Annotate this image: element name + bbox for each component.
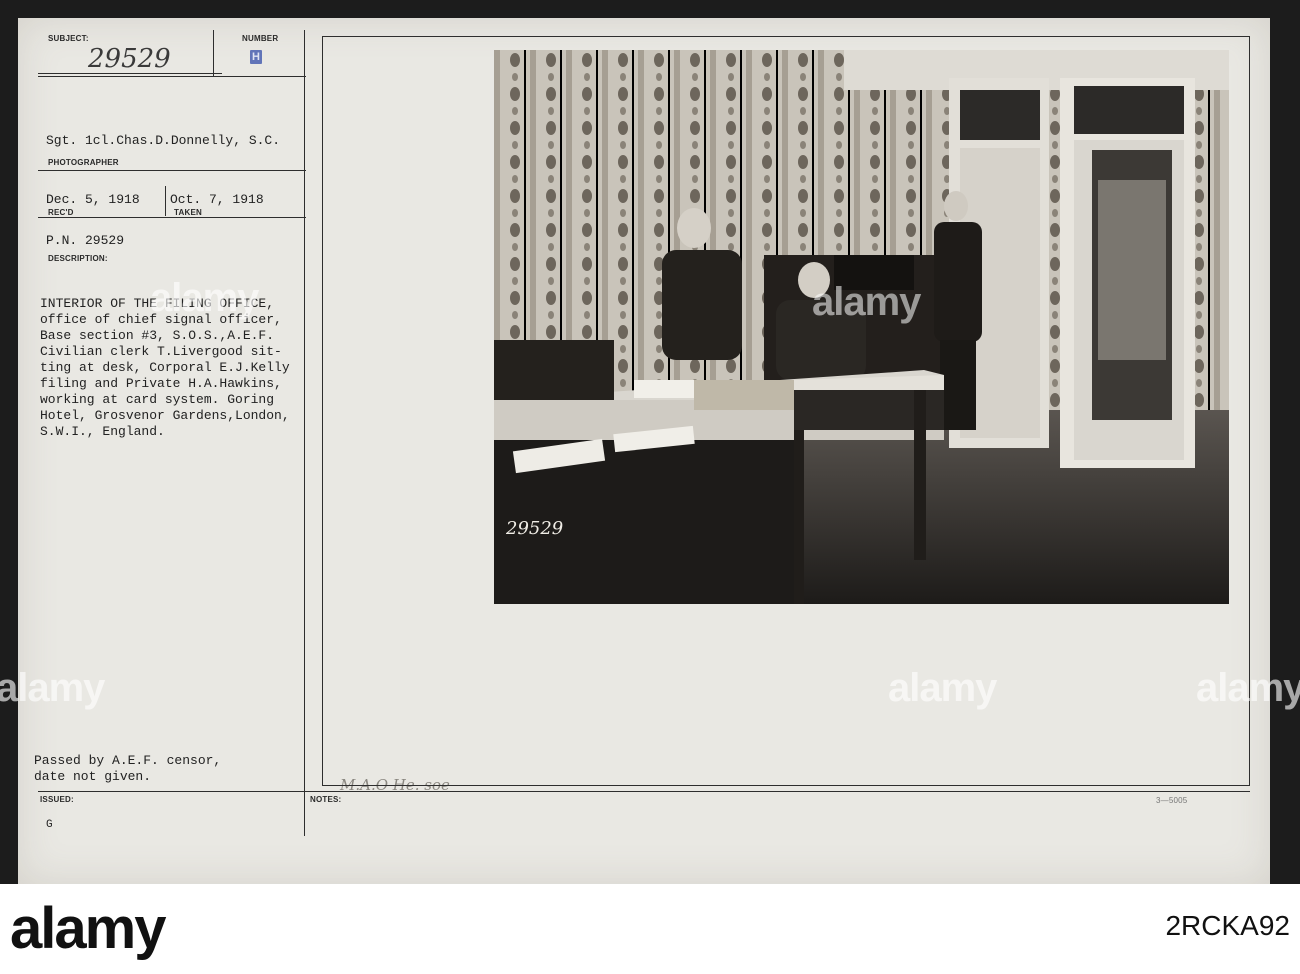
description-line: working at card system. Goring <box>40 392 275 407</box>
archive-card: SUBJECT: 29529 NUMBER H Sgt. 1cl.Chas.D.… <box>0 18 1300 884</box>
taken-date: Oct. 7, 1918 <box>170 192 264 207</box>
watermark-left-top: alamy <box>150 276 259 320</box>
date-divider <box>165 186 166 216</box>
office-scene <box>494 50 1229 604</box>
watermark-edge: alamy <box>1196 666 1300 710</box>
alamy-logo: alamy <box>10 896 166 961</box>
negative-number: 29529 <box>506 518 564 539</box>
issued-rule <box>38 791 1250 792</box>
column-divider <box>304 30 305 836</box>
censor-line: Passed by A.E.F. censor, <box>34 753 222 768</box>
number-label: NUMBER <box>242 34 279 43</box>
image-id: 2RCKA92 <box>1165 910 1290 941</box>
photographer-rule <box>38 170 306 171</box>
photographer-label: PHOTOGRAPHER <box>48 158 119 167</box>
watermark-photo: alamy <box>812 280 921 324</box>
header-rule <box>38 76 306 77</box>
description-label: DESCRIPTION: <box>48 254 108 263</box>
watermark-left-bottom: alamy <box>0 666 105 710</box>
archival-photo: 29529 alamy <box>494 50 1229 604</box>
issued-mark: G <box>46 819 53 831</box>
form-code: 3—5005 <box>1156 796 1188 805</box>
subject-number: 29529 <box>88 44 171 74</box>
description-line: Hotel, Grosvenor Gardens,London, <box>40 408 290 423</box>
description-line: filing and Private H.A.Hawkins, <box>40 376 282 391</box>
censor-line: date not given. <box>34 769 152 784</box>
subject-divider <box>213 30 214 76</box>
received-date: Dec. 5, 1918 <box>46 192 140 207</box>
pn-number: P.N. 29529 <box>46 233 125 248</box>
watermark-right-bottom: alamy <box>888 666 997 710</box>
date-rule <box>38 217 306 218</box>
subject-label: SUBJECT: <box>48 34 89 43</box>
issued-label: ISSUED: <box>40 795 74 804</box>
received-label: REC'D <box>48 208 74 217</box>
description-line: S.W.I., England. <box>40 424 165 439</box>
number-stamp: H <box>250 50 262 64</box>
description-line: ting at desk, Corporal E.J.Kelly <box>40 360 290 375</box>
notes-label: NOTES: <box>310 795 342 804</box>
stock-footer: alamy 2RCKA92 <box>0 884 1300 974</box>
description-line: Civilian clerk T.Livergood sit- <box>40 344 282 359</box>
subject-underline <box>38 73 222 74</box>
description-line: Base section #3, S.O.S.,A.E.F. <box>40 328 275 343</box>
photographer-name: Sgt. 1cl.Chas.D.Donnelly, S.C. <box>46 133 281 148</box>
taken-label: TAKEN <box>174 208 202 217</box>
